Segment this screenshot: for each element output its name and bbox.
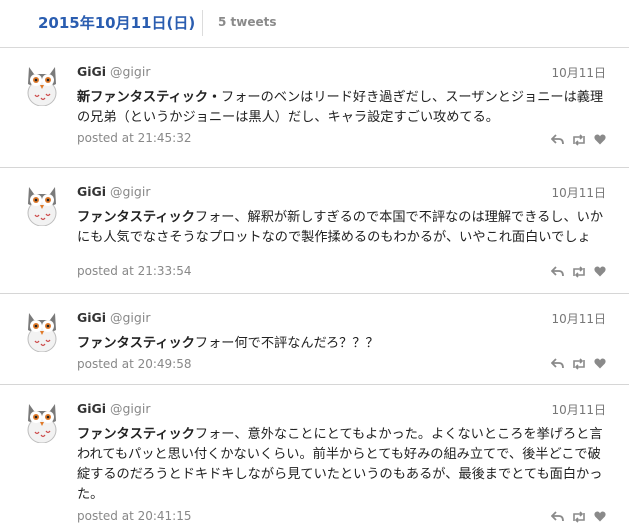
tweet-text-highlight: ファンタスティック [77,210,195,225]
tweet-actions [551,134,607,148]
author-name[interactable]: GiGi [77,401,106,416]
owl-avatar-icon[interactable] [20,182,64,226]
author-name[interactable]: GiGi [77,184,106,199]
author-handle[interactable]: @gigir [110,184,150,199]
author-handle[interactable]: @gigir [110,64,150,79]
author-name[interactable]: GiGi [77,310,106,325]
tweet-item: GiGi @gigir 10月11日 ファンタスティックフォー、意外なことにとて… [0,385,629,532]
tweet-text-highlight: ファンタスティック [77,336,195,351]
tweet-date[interactable]: 10月11日 [551,310,606,327]
tweet-text: ファンタスティックフォー、解釈が新しすぎるので本国で不評なのは理解できるし、いか… [77,208,607,248]
tweet-text: ファンタスティックフォー、意外なことにとてもよかった。よくないところを挙げろと言… [77,425,607,505]
posted-time[interactable]: posted at 20:49:58 [77,357,192,371]
tweet-item: GiGi @gigir 10月11日 新ファンタスティック・フォーのベンはリード… [0,48,629,168]
reply-icon[interactable] [551,358,564,370]
author-handle[interactable]: @gigir [110,401,150,416]
tweet-date[interactable]: 10月11日 [551,401,606,418]
author-name[interactable]: GiGi [77,64,106,79]
heart-icon[interactable] [594,266,606,277]
tweet-actions [551,511,607,525]
reply-icon[interactable] [551,134,564,146]
posted-time[interactable]: posted at 20:41:15 [77,509,192,523]
owl-avatar-icon[interactable] [20,308,64,352]
author-handle[interactable]: @gigir [110,310,150,325]
tweet-actions [551,266,607,280]
date-heading[interactable]: 2015年10月11日(日) [38,12,195,33]
posted-time[interactable]: posted at 21:45:32 [77,131,192,145]
tweet-text: 新ファンタスティック・フォーのベンはリード好き過ぎだし、スーザンとジョニーは義理… [77,88,607,128]
tweet-text-body: フォー何で不評なんだろ？？？ [194,336,379,351]
heart-icon[interactable] [594,358,606,369]
heart-icon[interactable] [594,134,606,145]
tweet-text: ファンタスティックフォー何で不評なんだろ？？？ [77,334,607,354]
heart-icon[interactable] [594,511,606,522]
tweet-date[interactable]: 10月11日 [551,64,606,81]
header-divider [202,10,203,36]
tweet-date[interactable]: 10月11日 [551,184,606,201]
page-header: 2015年10月11日(日) 5 tweets [0,0,629,48]
tweet-text-highlight: 新ファンタスティック・ [77,90,222,105]
reply-icon[interactable] [551,511,564,523]
tweet-text-highlight: ファンタスティック [77,427,195,442]
retweet-icon[interactable] [571,358,587,370]
tweet-item: GiGi @gigir 10月11日 ファンタスティックフォー何で不評なんだろ？… [0,294,629,385]
retweet-icon[interactable] [571,511,587,523]
tweet-count: 5 tweets [218,15,277,29]
owl-avatar-icon[interactable] [20,399,64,443]
owl-avatar-icon[interactable] [20,62,64,106]
reply-icon[interactable] [551,266,564,278]
retweet-icon[interactable] [571,134,587,146]
posted-time[interactable]: posted at 21:33:54 [77,264,192,278]
tweet-actions [551,358,607,372]
retweet-icon[interactable] [571,266,587,278]
tweet-item: GiGi @gigir 10月11日 ファンタスティックフォー、解釈が新しすぎる… [0,168,629,294]
